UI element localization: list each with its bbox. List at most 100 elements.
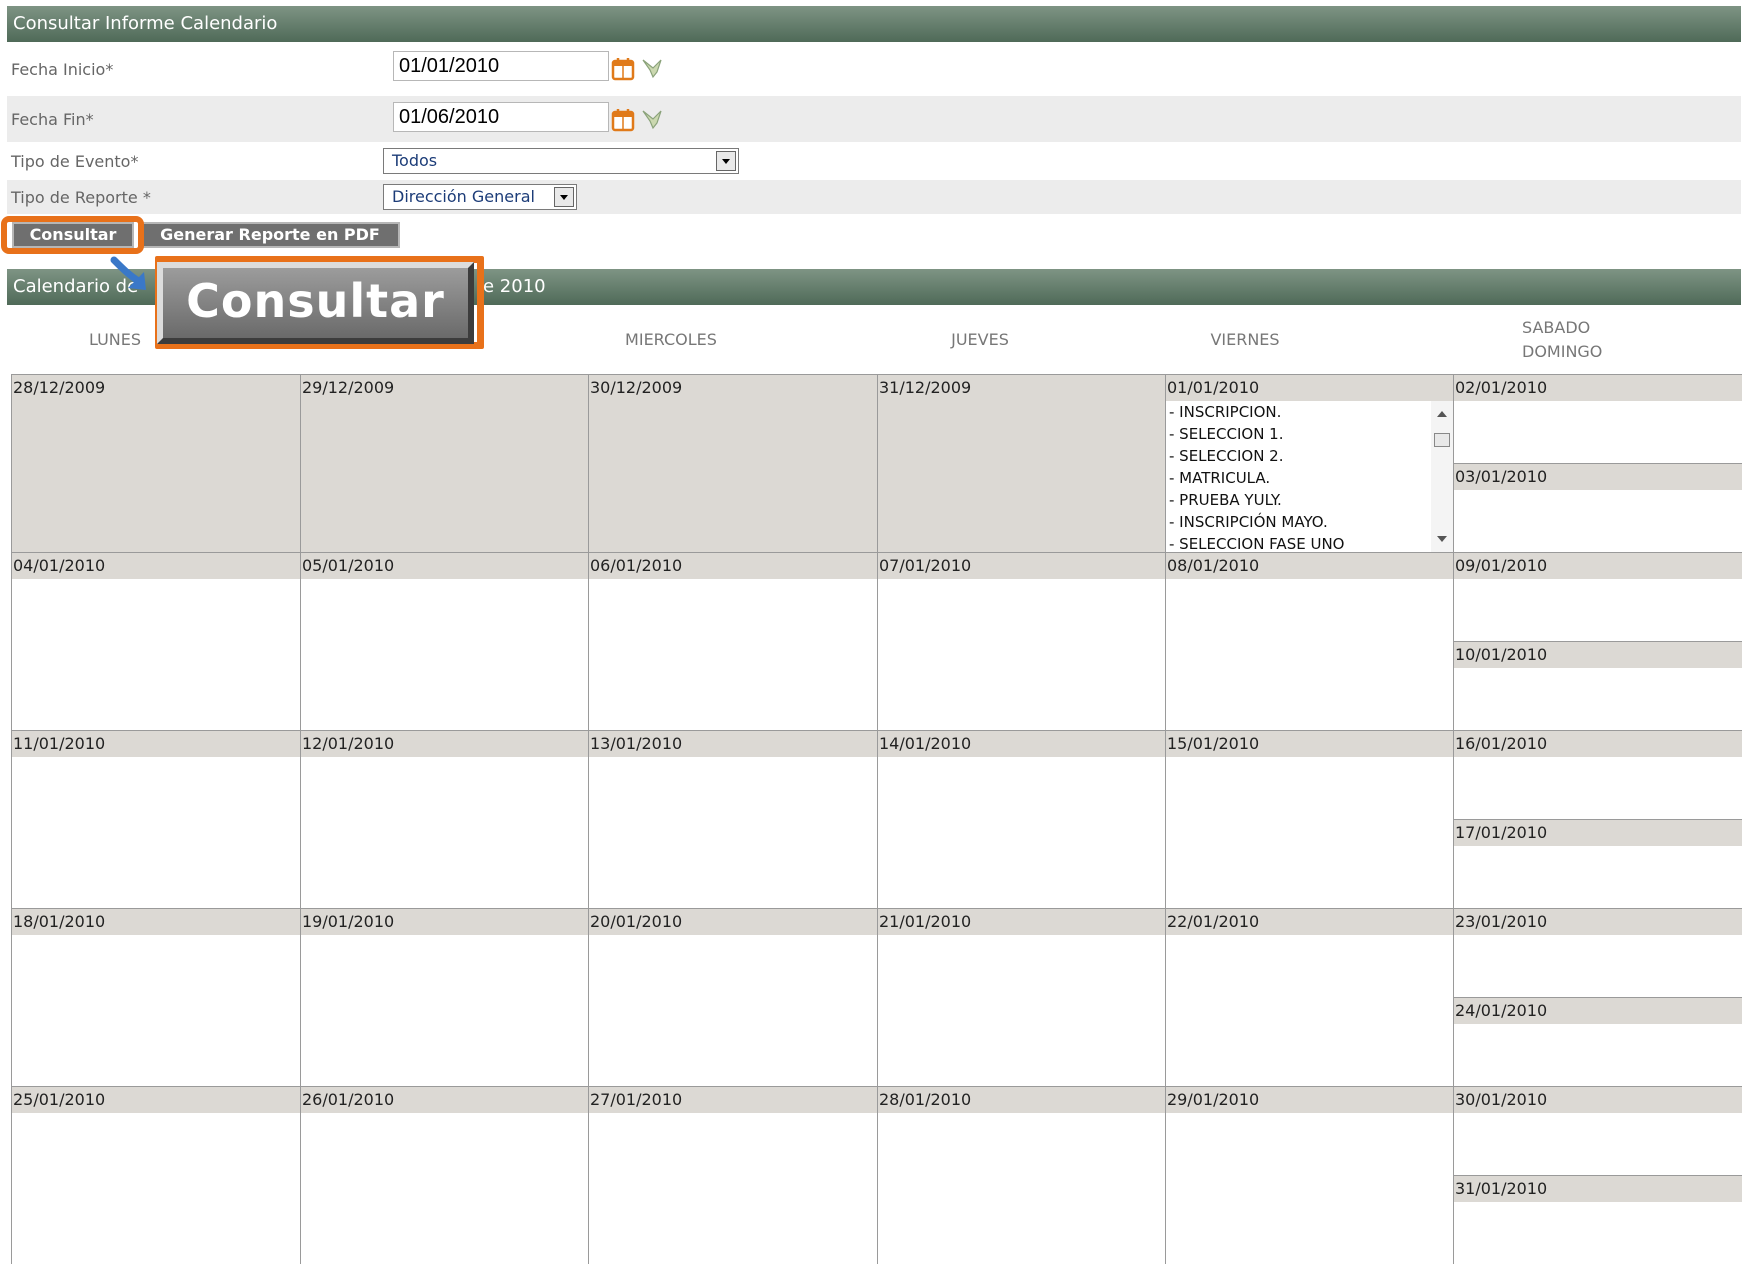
calendar-date-label: 10/01/2010 [1454, 642, 1742, 668]
calendar-weekend-cell[interactable]: 02/01/2010 [1453, 374, 1742, 463]
event-item[interactable]: - SELECCION FASE UNO [1167, 533, 1453, 552]
calendar-date-label: 17/01/2010 [1454, 820, 1742, 846]
calendar-day-cell[interactable]: 30/12/2009 [588, 374, 877, 552]
calendar-weekend-cell[interactable]: 03/01/2010 [1453, 463, 1742, 552]
calendar-date-label: 26/01/2010 [301, 1087, 588, 1113]
calendar-day-cell[interactable]: 11/01/2010 [11, 730, 300, 908]
calendar-date-label: 30/12/2009 [589, 375, 877, 401]
calendar-day-cell[interactable]: 14/01/2010 [877, 730, 1165, 908]
calendar-day-cell[interactable]: 04/01/2010 [11, 552, 300, 730]
chevron-down-icon[interactable] [716, 151, 736, 171]
event-item[interactable]: - INSCRIPCION. [1167, 401, 1453, 423]
calendar-date-label: 31/01/2010 [1454, 1176, 1742, 1202]
clear-date-icon[interactable] [640, 55, 664, 79]
calendar-day-cell[interactable]: 22/01/2010 [1165, 908, 1453, 1086]
calendar-day-cell[interactable]: 15/01/2010 [1165, 730, 1453, 908]
calendar-day-cell[interactable]: 29/12/2009 [300, 374, 588, 552]
calendar-date-label: 30/01/2010 [1454, 1087, 1742, 1113]
calendar-date-label: 22/01/2010 [1166, 909, 1453, 935]
calendar-date-label: 03/01/2010 [1454, 464, 1742, 490]
tipo-evento-value: Todos [392, 151, 438, 170]
calendar-weekend-cell[interactable]: 24/01/2010 [1453, 997, 1742, 1086]
event-item[interactable]: - PRUEBA YULY. [1167, 489, 1453, 511]
calendar-day-cell[interactable]: 21/01/2010 [877, 908, 1165, 1086]
calendar-icon[interactable] [611, 107, 637, 133]
weekday-lunes: LUNES [88, 330, 142, 349]
fecha-inicio-input[interactable] [393, 51, 609, 81]
calendar-day-cell[interactable]: 31/12/2009 [877, 374, 1165, 552]
calendar-day-cell[interactable]: 20/01/2010 [588, 908, 877, 1086]
form-header: Consultar Informe Calendario [7, 6, 1741, 42]
calendar-weekend-cell[interactable]: 31/01/2010 [1453, 1175, 1742, 1264]
calendar-date-label: 01/01/2010 [1166, 375, 1453, 401]
tipo-reporte-select[interactable]: Dirección General [383, 184, 577, 210]
weekday-miercoles: MIERCOLES [625, 330, 717, 349]
calendar-date-label: 31/12/2009 [878, 375, 1165, 401]
event-item[interactable]: - INSCRIPCIÓN MAYO. [1167, 511, 1453, 533]
consultar-highlight [1, 216, 144, 254]
calendar-weekend-cell[interactable]: 16/01/2010 [1453, 730, 1742, 819]
calendar-date-label: 18/01/2010 [12, 909, 300, 935]
calendar-day-cell[interactable]: 01/01/2010- INSCRIPCION. - SELECCION 1. - … [1165, 374, 1453, 552]
calendar-day-cell[interactable]: 18/01/2010 [11, 908, 300, 1086]
calendar-day-cell[interactable]: 28/01/2010 [877, 1086, 1165, 1264]
clear-date-icon[interactable] [640, 106, 664, 130]
calendar-date-label: 27/01/2010 [589, 1087, 877, 1113]
calendar-day-cell[interactable]: 05/01/2010 [300, 552, 588, 730]
calendar-date-label: 02/01/2010 [1454, 375, 1742, 401]
calendar-title-right: e 2010 [483, 276, 546, 297]
calendar-weekend-cell[interactable]: 09/01/2010 [1453, 552, 1742, 641]
calendar-day-cell[interactable]: 06/01/2010 [588, 552, 877, 730]
calendar-weekend-cell[interactable]: 23/01/2010 [1453, 908, 1742, 997]
scroll-up-icon[interactable] [1437, 411, 1447, 417]
calendar-day-cell[interactable]: 26/01/2010 [300, 1086, 588, 1264]
calendar-date-label: 04/01/2010 [12, 553, 300, 579]
calendar-day-cell[interactable]: 29/01/2010 [1165, 1086, 1453, 1264]
event-item[interactable]: - MATRICULA. [1167, 467, 1453, 489]
chevron-down-icon[interactable] [554, 187, 574, 207]
calendar-day-cell[interactable]: 19/01/2010 [300, 908, 588, 1086]
tipo-evento-select[interactable]: Todos [383, 148, 739, 174]
calendar-date-label: 12/01/2010 [301, 731, 588, 757]
calendar-date-label: 06/01/2010 [589, 553, 877, 579]
calendar-date-label: 21/01/2010 [878, 909, 1165, 935]
tipo-reporte-value: Dirección General [392, 187, 535, 206]
calendar-day-cell[interactable]: 13/01/2010 [588, 730, 877, 908]
calendar-date-label: 07/01/2010 [878, 553, 1165, 579]
calendar-day-cell[interactable]: 27/01/2010 [588, 1086, 877, 1264]
fecha-fin-input[interactable] [393, 102, 609, 132]
calendar-weekend-cell[interactable]: 17/01/2010 [1453, 819, 1742, 908]
calendar-date-label: 13/01/2010 [589, 731, 877, 757]
calendar-icon[interactable] [611, 56, 637, 82]
fecha-fin-label: Fecha Fin* [11, 110, 94, 129]
form-title: Consultar Informe Calendario [13, 13, 278, 34]
calendar-day-cell[interactable]: 28/12/2009 [11, 374, 300, 552]
weekday-sabado: SABADO [1522, 318, 1591, 337]
fecha-inicio-row: Fecha Inicio* [7, 46, 1741, 92]
calendar-day-cell[interactable]: 12/01/2010 [300, 730, 588, 908]
calendar-date-label: 16/01/2010 [1454, 731, 1742, 757]
event-list-scrollbar[interactable] [1431, 401, 1453, 552]
calendar-day-cell[interactable]: 25/01/2010 [11, 1086, 300, 1264]
weekday-viernes: VIERNES [1210, 330, 1280, 349]
event-item[interactable]: - SELECCION 2. [1167, 445, 1453, 467]
calendar-date-label: 09/01/2010 [1454, 553, 1742, 579]
fecha-fin-row: Fecha Fin* [7, 96, 1741, 142]
calendar-weekend-cell[interactable]: 10/01/2010 [1453, 641, 1742, 730]
consultar-zoom-button: Consultar [157, 262, 474, 344]
calendar-day-cell[interactable]: 07/01/2010 [877, 552, 1165, 730]
calendar-weekend-cell[interactable]: 30/01/2010 [1453, 1086, 1742, 1175]
calendar-date-label: 29/12/2009 [301, 375, 588, 401]
generar-pdf-button[interactable]: Generar Reporte en PDF [140, 222, 400, 248]
calendar-date-label: 28/12/2009 [12, 375, 300, 401]
calendar-date-label: 15/01/2010 [1166, 731, 1453, 757]
pointer-arrow-icon [110, 256, 146, 290]
event-item[interactable]: - SELECCION 1. [1167, 423, 1453, 445]
calendar-day-cell[interactable]: 08/01/2010 [1165, 552, 1453, 730]
calendar-date-label: 05/01/2010 [301, 553, 588, 579]
scroll-thumb[interactable] [1434, 433, 1450, 447]
scroll-down-icon[interactable] [1437, 536, 1447, 542]
event-list[interactable]: - INSCRIPCION. - SELECCION 1. - SELECCION … [1167, 401, 1453, 552]
calendar-date-label: 28/01/2010 [878, 1087, 1165, 1113]
calendar-date-label: 08/01/2010 [1166, 553, 1453, 579]
